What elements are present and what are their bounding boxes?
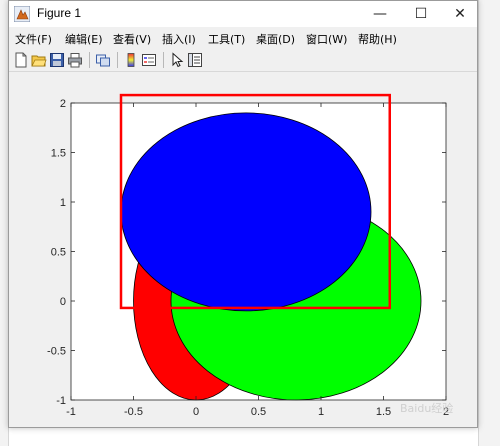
- close-icon: ✕: [454, 6, 466, 22]
- edit-plot-icon[interactable]: [169, 52, 185, 68]
- figure-canvas[interactable]: -1 -0.5 0 0.5 1 1.5 2 -1 -0.5 0 0.5 1 1.5 2: [9, 72, 477, 427]
- plot-svg: -1 -0.5 0 0.5 1 1.5 2-1-0.500.511.52: [47, 93, 449, 418]
- blue-ellipse: [120, 112, 372, 312]
- open-file-icon[interactable]: [31, 52, 47, 68]
- title-bar[interactable]: Figure 1 — ☐ ✕: [9, 1, 477, 27]
- y-tick-label: 1.5: [51, 148, 66, 160]
- maximize-icon: ☐: [414, 6, 428, 22]
- y-tick-label: -0.5: [47, 346, 66, 358]
- menu-insert[interactable]: 插入(I): [162, 31, 196, 47]
- property-inspector-icon[interactable]: [187, 52, 203, 68]
- save-figure-icon[interactable]: [49, 52, 65, 68]
- window-title: Figure 1: [37, 6, 82, 20]
- menu-view[interactable]: 查看(V): [113, 31, 151, 47]
- matlab-app-icon: [14, 6, 30, 22]
- x-tick-label: -0.5: [124, 406, 143, 418]
- x-tick-label: 1.5: [376, 406, 391, 418]
- insert-colorbar-icon[interactable]: [123, 52, 139, 68]
- minimize-icon: —: [373, 6, 387, 22]
- x-tick-label: 0: [193, 406, 199, 418]
- menu-window[interactable]: 窗口(W): [306, 31, 347, 47]
- menu-edit[interactable]: 编辑(E): [65, 31, 103, 47]
- x-tick-label: -1: [66, 406, 76, 418]
- y-tick-label: 0.5: [51, 247, 66, 259]
- close-button[interactable]: ✕: [440, 1, 480, 27]
- minimize-button[interactable]: —: [360, 1, 400, 27]
- menu-bar: 文件(F) 编辑(E) 查看(V) 插入(I) 工具(T) 桌面(D) 窗口(W…: [9, 28, 477, 48]
- menu-tools[interactable]: 工具(T): [208, 31, 245, 47]
- y-tick-label: 2: [60, 98, 66, 110]
- toolbar-separator: [89, 52, 90, 68]
- toolbar-separator: [163, 52, 164, 68]
- menu-file[interactable]: 文件(F): [15, 31, 52, 47]
- background-window-right: [478, 0, 500, 446]
- x-tick-label: 1: [318, 406, 324, 418]
- new-figure-icon[interactable]: [13, 52, 29, 68]
- menu-desktop[interactable]: 桌面(D): [256, 31, 295, 47]
- x-tick-label: 0.5: [251, 406, 266, 418]
- maximize-button[interactable]: ☐: [401, 1, 441, 27]
- watermark-text: Baidu经验: [400, 402, 454, 415]
- figure-window: Figure 1 — ☐ ✕ 文件(F) 编辑(E) 查看(V) 插入(I) 工…: [8, 0, 478, 428]
- print-figure-icon[interactable]: [67, 52, 83, 68]
- toolbar-separator: [117, 52, 118, 68]
- link-plot-icon[interactable]: [95, 52, 111, 68]
- y-tick-label: -1: [56, 395, 66, 407]
- menu-help[interactable]: 帮助(H): [358, 31, 397, 47]
- insert-legend-icon[interactable]: [141, 52, 157, 68]
- y-tick-label: 0: [60, 296, 66, 308]
- y-tick-label: 1: [60, 197, 66, 209]
- figure-toolbar: [9, 49, 477, 72]
